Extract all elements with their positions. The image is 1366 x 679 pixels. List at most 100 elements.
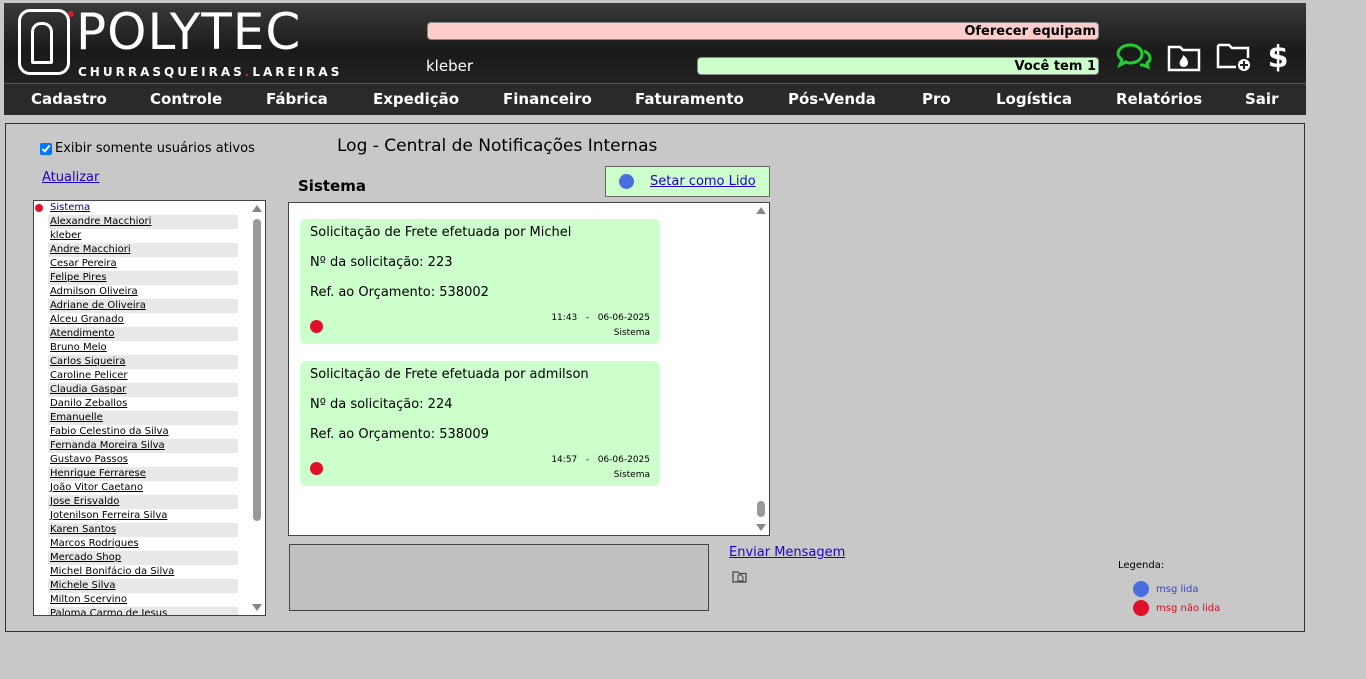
attach-folder-icon[interactable] — [732, 570, 747, 583]
user-name-link[interactable]: Atendimento — [50, 328, 114, 339]
user-list-item[interactable]: Karen Santos — [48, 523, 238, 537]
user-list-item[interactable]: Admilson Oliveira — [48, 285, 238, 299]
user-name-link[interactable]: Felipe Pires — [50, 272, 106, 283]
user-list-item[interactable]: Claudia Gaspar — [48, 383, 238, 397]
user-list-item[interactable]: Marcos Rodrigues — [48, 537, 238, 551]
menu-expedicao[interactable]: Expedição — [373, 90, 459, 108]
user-list-item[interactable]: Adriane de Oliveira — [48, 299, 238, 313]
user-name-link[interactable]: Carlos Siqueira — [50, 356, 126, 367]
menu-faturamento[interactable]: Faturamento — [635, 90, 744, 108]
scroll-thumb[interactable] — [757, 501, 765, 517]
user-name-link[interactable]: Fabio Celestino da Silva — [50, 426, 169, 437]
user-list-item[interactable]: Bruno Melo — [48, 341, 238, 355]
message-line: Ref. ao Orçamento: 538009 — [310, 427, 489, 442]
send-message-link[interactable]: Enviar Mensagem — [729, 545, 845, 560]
message-input[interactable] — [289, 544, 709, 611]
user-list-item[interactable]: Alexandre Macchiori — [48, 215, 238, 229]
user-name-link[interactable]: Jotenilson Ferreira Silva — [50, 510, 167, 521]
user-list-item[interactable]: Atendimento — [48, 327, 238, 341]
scroll-thumb[interactable] — [253, 219, 261, 521]
user-list-item[interactable]: Emanuelle — [48, 411, 238, 425]
user-name-link[interactable]: Caroline Pelicer — [50, 370, 128, 381]
user-name-link[interactable]: Fernanda Moreira Silva — [50, 440, 165, 451]
user-name-link[interactable]: Henrique Ferrarese — [50, 468, 146, 479]
message-scrollbar[interactable] — [754, 205, 767, 533]
user-name-link[interactable]: Alexandre Macchiori — [50, 216, 151, 227]
only-active-filter[interactable]: Exibir somente usuários ativos — [40, 141, 255, 156]
user-list-item[interactable]: Danilo Zeballos — [48, 397, 238, 411]
user-list-scrollbar[interactable] — [250, 203, 263, 613]
user-list-item[interactable]: Jose Erisvaldo — [48, 495, 238, 509]
menu-sair[interactable]: Sair — [1245, 90, 1278, 108]
message-panel[interactable]: Solicitação de Frete efetuada por Michel… — [288, 202, 770, 536]
user-name-link[interactable]: Cesar Pereira — [50, 258, 117, 269]
user-name-link[interactable]: Michele Silva — [50, 580, 115, 591]
dollar-icon[interactable]: $ — [1260, 39, 1296, 75]
menu-relatorios[interactable]: Relatórios — [1116, 90, 1202, 108]
user-name-link[interactable]: Admilson Oliveira — [50, 286, 138, 297]
user-list-item[interactable]: João Vitor Caetano — [48, 481, 238, 495]
user-list-item[interactable]: Felipe Pires — [48, 271, 238, 285]
user-list-item[interactable]: Henrique Ferrarese — [48, 467, 238, 481]
menu-pos-venda[interactable]: Pós-Venda — [788, 90, 876, 108]
user-name-link[interactable]: Emanuelle — [50, 412, 103, 423]
user-list-item[interactable]: Jotenilson Ferreira Silva — [48, 509, 238, 523]
user-name-link[interactable]: Sistema — [50, 202, 90, 213]
unread-dot-icon — [1133, 600, 1149, 616]
user-list-item[interactable]: Gustavo Passos — [48, 453, 238, 467]
polytec-logo[interactable]: POLYTEC CHURRASQUEIRAS.LAREIRAS — [18, 3, 339, 79]
user-name-link[interactable]: Michel Bonifácio da Silva — [50, 566, 174, 577]
user-name-link[interactable]: Jose Erisvaldo — [50, 496, 119, 507]
scroll-down-icon[interactable] — [756, 524, 766, 531]
alert-ticker-green[interactable]: Você tem 1 — [697, 57, 1099, 75]
top-header: POLYTEC CHURRASQUEIRAS.LAREIRAS Oferecer… — [4, 3, 1306, 83]
menu-logistica[interactable]: Logística — [996, 90, 1072, 108]
user-list-item[interactable]: Carlos Siqueira — [48, 355, 238, 369]
alert-ticker-red[interactable]: Oferecer equipam — [427, 22, 1099, 40]
user-list-item[interactable]: Michel Bonifácio da Silva — [48, 565, 238, 579]
user-name-link[interactable]: Paloma Carmo de Jesus — [50, 608, 167, 615]
legend-unread: msg não lida — [1133, 600, 1220, 616]
chat-icon[interactable] — [1116, 39, 1152, 75]
user-list-item[interactable]: Milton Scervino — [48, 593, 238, 607]
fire-folder-icon[interactable] — [1166, 39, 1202, 75]
user-name-link[interactable]: Adriane de Oliveira — [50, 300, 146, 311]
scroll-down-icon[interactable] — [252, 604, 262, 611]
scroll-up-icon[interactable] — [756, 207, 766, 214]
user-name-link[interactable]: Mercado Shop — [50, 552, 121, 563]
user-name-link[interactable]: Marcos Rodrigues — [50, 538, 139, 549]
user-name-link[interactable]: kleber — [50, 230, 81, 241]
user-list-item[interactable]: Mercado Shop — [48, 551, 238, 565]
user-name-link[interactable]: Andre Macchiori — [50, 244, 131, 255]
user-name-link[interactable]: Gustavo Passos — [50, 454, 128, 465]
user-list-item[interactable]: Caroline Pelicer — [48, 369, 238, 383]
user-list-item[interactable]: Paloma Carmo de Jesus — [48, 607, 238, 615]
user-list[interactable]: Sistema Alexandre Macchiori kleber Andre Ma… — [33, 200, 266, 616]
menu-controle[interactable]: Controle — [150, 90, 222, 108]
user-list-item[interactable]: Sistema — [35, 201, 238, 215]
user-name-link[interactable]: Danilo Zeballos — [50, 398, 127, 409]
folder-add-icon[interactable] — [1216, 39, 1252, 75]
user-list-item[interactable]: Andre Macchiori — [48, 243, 238, 257]
user-name-link[interactable]: Alceu Granado — [50, 314, 124, 325]
user-list-item[interactable]: kleber — [48, 229, 238, 243]
menu-pro[interactable]: Pro — [922, 90, 951, 108]
user-list-item[interactable]: Alceu Granado — [48, 313, 238, 327]
menu-cadastro[interactable]: Cadastro — [31, 90, 107, 108]
user-name-link[interactable]: Milton Scervino — [50, 594, 127, 605]
user-list-item[interactable]: Fernanda Moreira Silva — [48, 439, 238, 453]
user-name-link[interactable]: Karen Santos — [50, 524, 116, 535]
scroll-up-icon[interactable] — [252, 205, 262, 212]
user-list-item[interactable]: Cesar Pereira — [48, 257, 238, 271]
user-name-link[interactable]: João Vitor Caetano — [50, 482, 143, 493]
menu-financeiro[interactable]: Financeiro — [503, 90, 592, 108]
refresh-link[interactable]: Atualizar — [42, 170, 99, 185]
user-name-link[interactable]: Claudia Gaspar — [50, 384, 126, 395]
message-card: Solicitação de Frete efetuada por admils… — [300, 361, 660, 486]
user-name-link[interactable]: Bruno Melo — [50, 342, 107, 353]
only-active-checkbox[interactable] — [40, 142, 52, 155]
user-list-item[interactable]: Fabio Celestino da Silva — [48, 425, 238, 439]
menu-fabrica[interactable]: Fábrica — [266, 90, 328, 108]
user-list-item[interactable]: Michele Silva — [48, 579, 238, 593]
mark-as-read-link[interactable]: Setar como Lido — [650, 174, 756, 189]
